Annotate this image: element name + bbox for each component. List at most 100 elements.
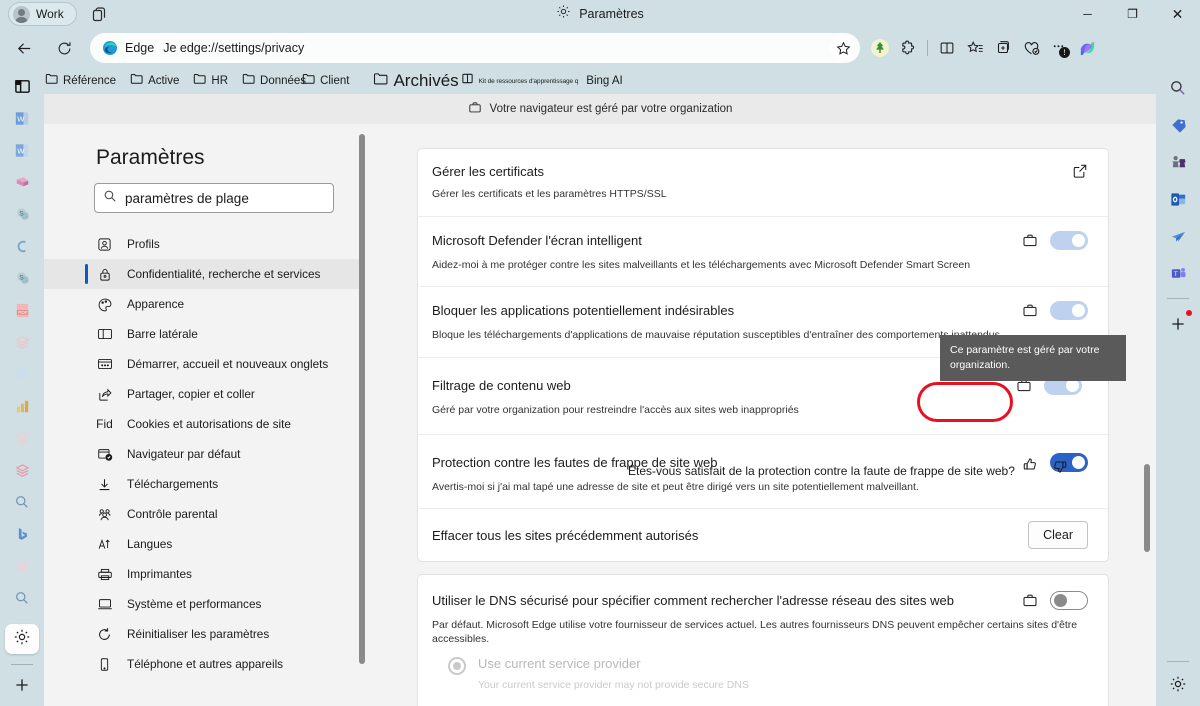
layers-icon[interactable] [10,330,34,354]
bing-icon[interactable] [10,522,34,546]
layers-pink-icon[interactable] [10,458,34,482]
settings-page: Paramètres paramètres de plage Profils C… [44,124,1156,706]
bookmark-hr[interactable]: HR [193,72,228,90]
thumbs-down-icon[interactable] [1051,458,1068,480]
telegram-send-icon[interactable] [1166,224,1190,248]
minimize-button[interactable]: ─ [1065,0,1110,28]
svg-text:W: W [17,114,25,123]
search-icon[interactable] [10,586,34,610]
bookmark-label: Active [148,75,180,87]
svg-text:S: S [19,210,24,217]
sidebar-item-cookies[interactable]: Fid Cookies et autorisations de site [44,409,364,439]
sidebar-item-profils[interactable]: Profils [44,229,364,259]
row-clear-allowed-sites[interactable]: Effacer tous les sites précédemment auto… [418,509,1108,561]
radio-use-current-provider[interactable] [448,657,466,676]
sidebar-item-imprimantes[interactable]: Imprimantes [44,559,364,589]
profile-button[interactable]: Work [8,2,77,26]
search-icon[interactable] [1166,76,1190,100]
split-screen-icon[interactable] [933,33,961,63]
thumbs-up-icon[interactable] [1022,456,1039,478]
content-clip-top [364,124,1156,134]
sway-icon[interactable] [10,170,34,194]
copilot-icon[interactable] [1073,33,1101,63]
address-bar[interactable]: Edge Je edge://settings/privacy [90,33,860,63]
azure-icon[interactable] [10,234,34,258]
sidebar-item-controle-parental[interactable]: Contrôle parental [44,499,364,529]
bookmark-archives[interactable]: Archivés [373,71,459,91]
block-pua-toggle[interactable] [1050,301,1088,321]
layers-icon[interactable] [10,426,34,450]
row-secure-dns[interactable]: Utiliser le DNS sécurisé pour spécifier … [418,575,1108,706]
more-options-icon[interactable]: ! [1045,33,1073,63]
bookmark-active[interactable]: Active [130,72,179,90]
search-icon[interactable] [10,490,34,514]
add-plus-icon[interactable] [1166,310,1192,336]
sidebar-item-systeme[interactable]: Système et performances [44,589,364,619]
sidebar-item-langues[interactable]: Langues [44,529,364,559]
settings-heading: Paramètres [96,146,205,169]
powerbi-icon[interactable] [10,394,34,418]
pdf-icon[interactable]: PDF [10,298,34,322]
dns-option-label: Use current service provider [478,656,641,672]
bookmark-client[interactable]: Client [302,72,349,90]
sidebar-item-label: Système et performances [127,597,262,611]
sidebar-item-partager[interactable]: Partager, copier et coller [44,379,364,409]
sharepoint-icon[interactable]: S [10,202,34,226]
content-scrollbar[interactable] [1144,464,1150,552]
address-bar-input[interactable]: Je edge://settings/privacy [163,41,304,55]
extensions-puzzle-icon[interactable] [894,33,922,63]
settings-hex-icon[interactable] [10,362,34,386]
smartscreen-toggle[interactable] [1050,230,1088,250]
bookmark-donnees[interactable]: Données [242,72,306,90]
refresh-icon[interactable] [48,32,80,64]
add-badge [1186,310,1192,316]
settings-search-input[interactable]: paramètres de plage [94,183,334,213]
secure-dns-toggle[interactable] [1050,591,1088,611]
sidebar-item-telechargements[interactable]: Téléchargements [44,469,364,499]
rail-settings-button[interactable] [5,624,39,654]
add-plus-icon[interactable] [10,673,34,697]
sidebar-item-label: Partager, copier et coller [127,387,255,401]
word-icon[interactable]: W [10,106,34,130]
maximize-button[interactable]: ❐ [1110,0,1155,28]
folder-icon [45,72,58,90]
teams-icon[interactable]: T [1166,261,1190,285]
sidebar-item-demarrer[interactable]: Démarrer, accueil et nouveaux onglets [44,349,364,379]
chess-icon[interactable] [1166,150,1190,174]
bookmark-bing-ai[interactable]: Bing AI [586,75,622,87]
sidebar-item-telephone[interactable]: Téléphone et autres appareils [44,649,364,679]
tag-icon[interactable] [1166,113,1190,137]
settings-search-value[interactable]: paramètres de plage [125,191,249,206]
copilot-tabs-icon[interactable] [91,6,108,23]
svg-text:T: T [1173,270,1177,277]
browser-essentials-icon[interactable] [1017,33,1045,63]
gear-icon[interactable] [1166,672,1190,696]
word-icon[interactable]: W [10,138,34,162]
clear-button[interactable]: Clear [1028,521,1088,550]
dns-option-choose-provider[interactable]: Choose a service provider Select a provi… [432,691,1088,706]
briefcase-icon [468,101,482,117]
tree-rewards-icon[interactable] [866,33,894,63]
sidebar-item-confidentialite[interactable]: Confidentialité, recherche et services [44,259,364,289]
collections-icon[interactable] [989,33,1017,63]
browser-pane-icon[interactable] [10,74,34,98]
sidebar-item-apparence[interactable]: Apparence [44,289,364,319]
row-subtitle: Gérer les certificats et les paramètres … [432,188,667,200]
favorite-star-icon[interactable] [830,35,856,61]
sidebar-item-reinitialiser[interactable]: Réinitialiser les paramètres [44,619,364,649]
bookmark-learning-kit[interactable]: Kit de ressources d'apprentissage q [461,72,578,90]
sharepoint-icon[interactable]: S [10,266,34,290]
close-button[interactable]: ✕ [1155,0,1200,28]
sidebar-item-barre-laterale[interactable]: Barre latérale [44,319,364,349]
row-smartscreen[interactable]: Microsoft Defender l'écran intelligent A… [418,217,1108,288]
bookmark-reference[interactable]: Référence [45,72,116,90]
rail-divider [1167,661,1189,662]
sidebar-item-navigateur-defaut[interactable]: Navigateur par défaut [44,439,364,469]
row-manage-certificates[interactable]: Gérer les certificats Gérer les certific… [418,149,1108,217]
external-link-icon[interactable] [1072,163,1088,179]
favorites-list-icon[interactable] [961,33,989,63]
dns-option-current-provider[interactable]: Use current service provider Your curren… [432,646,1088,691]
outlook-icon[interactable] [1166,187,1190,211]
layers-icon[interactable] [10,554,34,578]
back-arrow-icon[interactable] [8,32,40,64]
